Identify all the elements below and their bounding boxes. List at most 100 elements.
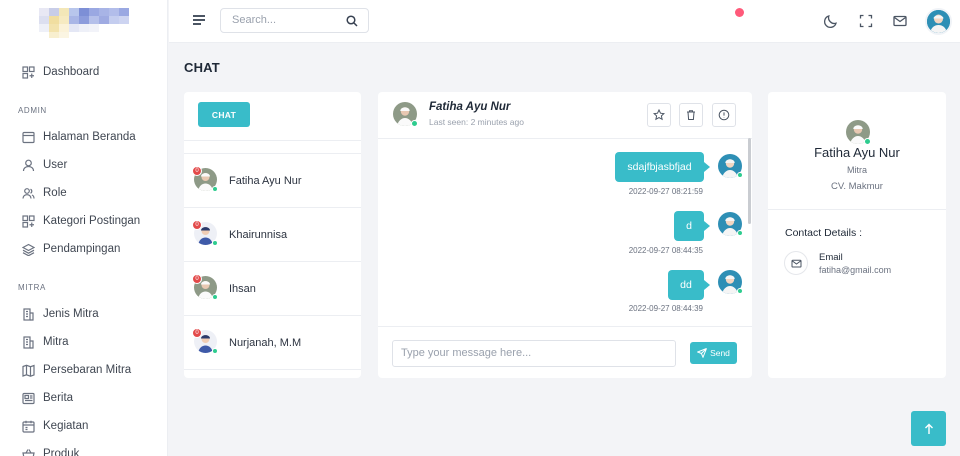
unread-count-badge: 0 bbox=[192, 328, 202, 338]
sidebar-item-label: Kegiatan bbox=[43, 420, 89, 432]
user-icon bbox=[22, 159, 35, 172]
message-input-box bbox=[392, 340, 676, 367]
message-input[interactable] bbox=[401, 347, 661, 359]
sidebar-item-label: Persebaran Mitra bbox=[43, 364, 132, 376]
arrow-up-icon bbox=[923, 423, 935, 435]
trash-icon bbox=[685, 109, 697, 121]
email-value[interactable]: fatiha@gmail.com bbox=[819, 265, 891, 275]
online-indicator bbox=[737, 172, 743, 178]
contact-name: Nurjanah, M.M bbox=[229, 336, 302, 349]
chat-contact-name: Fatiha Ayu Nur bbox=[429, 101, 511, 113]
grid-icon bbox=[22, 214, 35, 228]
profile-name: Fatiha Ayu Nur bbox=[814, 145, 900, 160]
send-button[interactable]: Send bbox=[690, 342, 737, 364]
sidebar-item-label: Role bbox=[43, 187, 67, 199]
sidebar-item-label: Halaman Beranda bbox=[43, 131, 136, 143]
mail-icon bbox=[791, 258, 802, 269]
sidebar-item-label: Jenis Mitra bbox=[43, 308, 99, 320]
mail-icon[interactable] bbox=[892, 13, 908, 29]
new-chat-button[interactable]: CHAT bbox=[198, 102, 250, 127]
search-input[interactable] bbox=[232, 14, 342, 26]
moon-icon[interactable] bbox=[823, 13, 839, 29]
sidebar-item-dashboard[interactable]: Dashboard bbox=[22, 62, 99, 82]
divider bbox=[184, 369, 361, 370]
sidebar-item-label: Dashboard bbox=[43, 66, 100, 78]
info-button[interactable] bbox=[712, 103, 736, 127]
page-title: CHAT bbox=[184, 60, 220, 75]
calendar-icon bbox=[22, 420, 35, 433]
sidebar-item-jenis-mitra[interactable]: Jenis Mitra bbox=[22, 304, 99, 324]
sidebar-item-halaman-beranda[interactable]: Halaman Beranda bbox=[22, 127, 136, 147]
online-indicator bbox=[212, 348, 218, 354]
newspaper-icon bbox=[22, 392, 35, 405]
online-indicator bbox=[737, 230, 743, 236]
sidebar-item-label: Produk bbox=[43, 448, 80, 456]
contact-name: Fatiha Ayu Nur bbox=[229, 174, 302, 187]
delete-button[interactable] bbox=[679, 103, 703, 127]
sidebar-item-pendampingan[interactable]: Pendampingan bbox=[22, 239, 120, 259]
notification-badge bbox=[735, 8, 744, 17]
contact-item[interactable]: 0 Ihsan bbox=[184, 261, 361, 315]
contact-name: Khairunnisa bbox=[229, 228, 288, 241]
online-indicator bbox=[212, 294, 218, 300]
online-indicator bbox=[864, 138, 871, 145]
star-icon bbox=[653, 109, 665, 121]
building-icon bbox=[22, 335, 35, 349]
sidebar-item-label: Mitra bbox=[43, 336, 69, 348]
contact-details-heading: Contact Details : bbox=[785, 227, 863, 239]
contact-name: Ihsan bbox=[229, 282, 256, 295]
layers-icon bbox=[22, 243, 35, 256]
app-logo[interactable] bbox=[39, 8, 135, 38]
sidebar-item-label: User bbox=[43, 159, 68, 171]
message-bubble: d bbox=[674, 211, 710, 241]
favorite-button[interactable] bbox=[647, 103, 671, 127]
contact-item[interactable]: 0 Nurjanah, M.M bbox=[184, 315, 361, 369]
unread-count-badge: 0 bbox=[192, 220, 202, 230]
online-indicator bbox=[212, 240, 218, 246]
map-icon bbox=[22, 364, 35, 377]
online-indicator bbox=[737, 288, 743, 294]
divider bbox=[378, 138, 752, 139]
user-avatar[interactable] bbox=[925, 8, 952, 35]
sidebar-item-label: Kategori Postingan bbox=[43, 215, 141, 227]
fullscreen-icon[interactable] bbox=[858, 13, 874, 29]
sidebar-item-berita[interactable]: Berita bbox=[22, 388, 73, 408]
message-timestamp: 2022-09-27 08:44:35 bbox=[628, 246, 703, 255]
search-icon[interactable] bbox=[346, 15, 358, 27]
sidebar-item-label: Berita bbox=[43, 392, 74, 404]
divider bbox=[768, 209, 946, 210]
unread-count-badge: 0 bbox=[192, 274, 202, 284]
sidebar-item-mitra[interactable]: Mitra bbox=[22, 332, 69, 352]
sidebar-item-produk[interactable]: Produk bbox=[22, 444, 79, 456]
chat-scrollbar[interactable] bbox=[748, 138, 751, 224]
sidebar-item-persebaran-mitra[interactable]: Persebaran Mitra bbox=[22, 360, 131, 380]
profile-company: CV. Makmur bbox=[831, 181, 883, 192]
building-icon bbox=[22, 307, 35, 321]
contact-item[interactable]: 0 Fatiha Ayu Nur bbox=[184, 153, 361, 207]
sidebar-item-role[interactable]: Role bbox=[22, 183, 67, 203]
search-box bbox=[220, 8, 369, 33]
sidebar-item-user[interactable]: User bbox=[22, 155, 67, 175]
message-timestamp: 2022-09-27 08:44:39 bbox=[628, 304, 703, 313]
online-indicator bbox=[411, 120, 418, 127]
sidebar: Dashboard ADMIN Halaman Beranda User Rol… bbox=[0, 0, 168, 456]
sidebar-item-kegiatan[interactable]: Kegiatan bbox=[22, 416, 88, 436]
last-seen: Last seen: 2 minutes ago bbox=[429, 117, 524, 127]
basket-icon bbox=[22, 448, 35, 456]
unread-count-badge: 0 bbox=[192, 166, 202, 176]
sidebar-section-mitra: MITRA bbox=[18, 283, 46, 292]
info-icon bbox=[718, 109, 730, 121]
topbar bbox=[169, 0, 960, 43]
online-indicator bbox=[212, 186, 218, 192]
contact-item[interactable]: 0 Khairunnisa bbox=[184, 207, 361, 261]
email-label: Email bbox=[819, 252, 843, 263]
sidebar-item-kategori-postingan[interactable]: Kategori Postingan bbox=[22, 211, 140, 231]
message-bubble: dd bbox=[668, 270, 710, 300]
divider bbox=[184, 140, 361, 141]
sidebar-section-admin: ADMIN bbox=[18, 106, 47, 115]
scroll-to-top-button[interactable] bbox=[911, 411, 946, 446]
window-icon bbox=[22, 131, 35, 144]
send-icon bbox=[697, 348, 708, 358]
menu-toggle-icon[interactable] bbox=[193, 15, 205, 27]
message-timestamp: 2022-09-27 08:21:59 bbox=[628, 187, 703, 196]
